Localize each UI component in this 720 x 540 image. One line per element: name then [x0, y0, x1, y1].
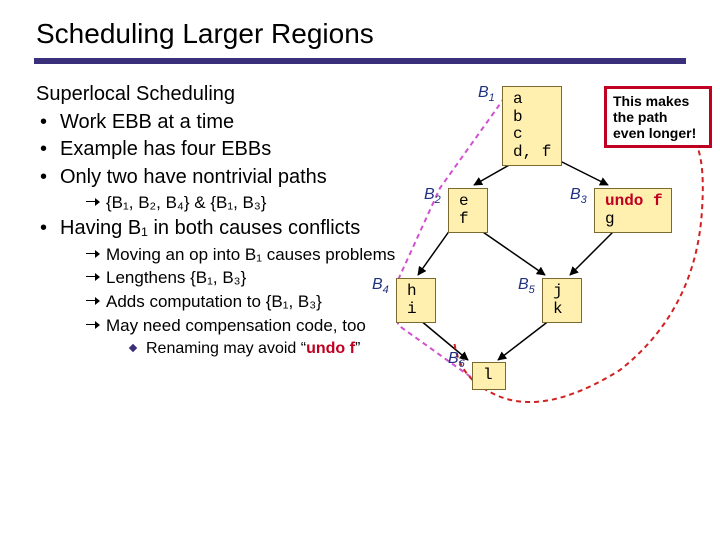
bullet-4-sub-c: Adds computation to {B₁, B₃} — [86, 291, 416, 313]
block-b3-undo: undo f — [605, 192, 663, 210]
label-b3: B3 — [570, 186, 587, 206]
subheading: Superlocal Scheduling — [36, 82, 416, 108]
bullet-4-sub-a: Moving an op into B₁ causes problems — [86, 244, 416, 266]
bullet-3-sub-1: {B₁, B₂, B₄} & {B₁, B₃} — [86, 192, 416, 214]
d1-undo: undo f — [306, 340, 355, 357]
d1-post: ” — [355, 340, 360, 357]
slide-root: Scheduling Larger Regions Superlocal Sch… — [0, 0, 720, 540]
bullet-4: Having B₁ in both causes conflicts Movin… — [36, 216, 416, 359]
title-underline — [34, 58, 686, 64]
bullet-3: Only two have nontrivial paths {B₁, B₂, … — [36, 165, 416, 214]
content-column: Superlocal Scheduling Work EBB at a time… — [36, 82, 416, 361]
bullet-3-text: Only two have nontrivial paths — [60, 166, 327, 188]
label-b1: B1 — [478, 84, 495, 104]
cfg-diagram: a b c d, f B1 e f B2 undo f g B3 h i B4 … — [390, 80, 710, 500]
block-b3-g: g — [605, 210, 615, 228]
bullet-2: Example has four EBBs — [36, 137, 416, 163]
bullet-3-sublist: {B₁, B₂, B₄} & {B₁, B₃} — [86, 192, 416, 214]
bullet-4-sublist: Moving an op into B₁ causes problems Len… — [86, 244, 416, 359]
label-b5: B5 — [518, 276, 535, 296]
block-b6: l — [472, 362, 506, 390]
block-b4: h i — [396, 278, 436, 323]
bullet-4-text: Having B₁ in both causes conflicts — [60, 217, 360, 239]
block-b3: undo f g — [594, 188, 672, 233]
bullet-list: Work EBB at a time Example has four EBBs… — [36, 110, 416, 360]
label-b2: B2 — [424, 186, 441, 206]
bullet-4-sub-d1: Renaming may avoid “undo f” — [128, 339, 416, 359]
bullet-4-sub-b: Lengthens {B₁, B₃} — [86, 267, 416, 289]
bullet-4-sub-d: May need compensation code, too Renaming… — [86, 315, 416, 359]
label-b6: B6 — [448, 350, 465, 370]
callout-box: This makes the path even longer! — [604, 86, 712, 148]
block-b2: e f — [448, 188, 488, 233]
slide-title: Scheduling Larger Regions — [36, 18, 374, 50]
bullet-4-sub-d-list: Renaming may avoid “undo f” — [128, 339, 416, 359]
block-b1: a b c d, f — [502, 86, 562, 166]
bullet-1: Work EBB at a time — [36, 110, 416, 136]
d1-pre: Renaming may avoid “ — [146, 340, 306, 357]
label-b4: B4 — [372, 276, 389, 296]
block-b5: j k — [542, 278, 582, 323]
bullet-4-sub-d-text: May need compensation code, too — [106, 316, 366, 335]
